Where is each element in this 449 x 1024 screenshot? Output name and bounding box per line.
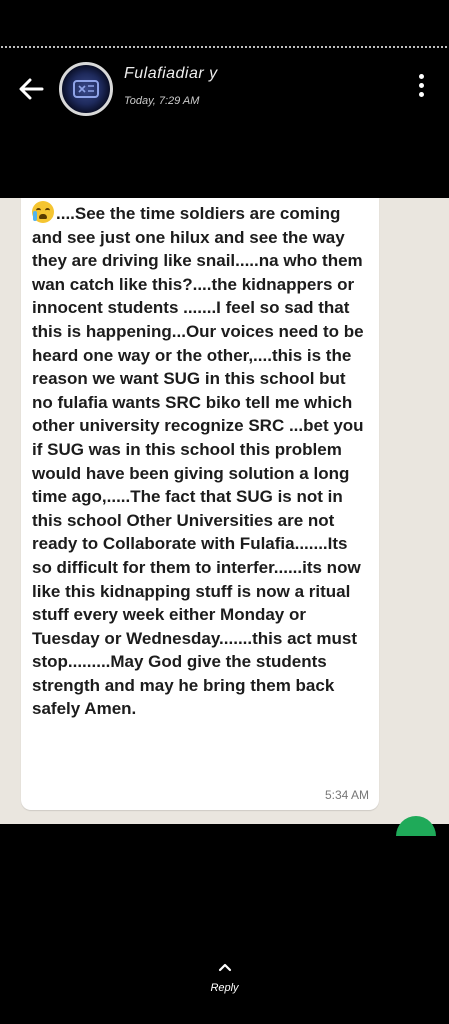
reply-label: Reply (210, 982, 239, 994)
reply-button[interactable]: Reply (0, 962, 449, 994)
message-text: ....See the time soldiers are coming and… (32, 201, 369, 721)
message-time: 5:34 AM (324, 788, 369, 802)
status-timestamp: Today, 7:29 AM (124, 95, 200, 107)
avatar[interactable] (59, 62, 113, 116)
crying-face-emoji-icon (32, 201, 54, 223)
status-title: Fulafiadiar y (124, 65, 218, 82)
status-header: Fulafiadiar y Today, 7:29 AM (0, 52, 449, 132)
more-vertical-icon[interactable] (414, 74, 428, 104)
dotted-divider (0, 45, 449, 49)
chevron-up-icon (218, 963, 231, 972)
arrow-left-icon[interactable] (16, 76, 46, 102)
message-bubble: ....See the time soldiers are coming and… (21, 198, 379, 810)
message-body: ....See the time soldiers are coming and… (32, 204, 369, 719)
